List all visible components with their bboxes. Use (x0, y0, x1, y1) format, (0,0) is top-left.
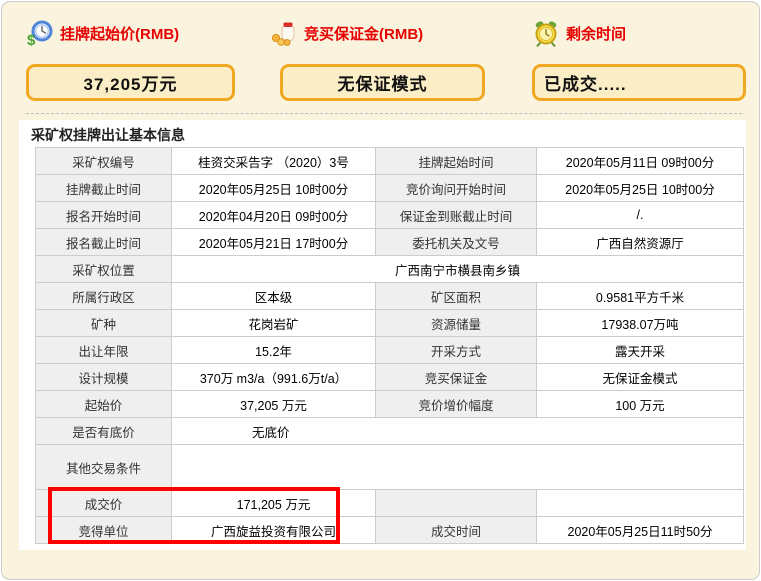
table-row: 出让年限15.2年开采方式露天开采 (36, 337, 744, 364)
field-value-cell: 无保证金模式 (537, 364, 744, 391)
field-value-cell: 2020年05月11日 09时00分 (537, 148, 744, 175)
deposit-header: 竞买保证金(RMB) (270, 19, 423, 47)
field-label-cell: 开采方式 (376, 337, 537, 364)
field-label-cell: 采矿权编号 (36, 148, 172, 175)
field-label-cell: 矿种 (36, 310, 172, 337)
field-value-cell: 2020年04月20日 09时00分 (172, 202, 376, 229)
info-table: 采矿权编号桂资交采告字 （2020）3号挂牌起始时间2020年05月11日 09… (35, 147, 744, 544)
field-value-cell: 37,205 万元 (172, 391, 376, 418)
field-label-cell: 设计规模 (36, 364, 172, 391)
field-value-cell: 露天开采 (537, 337, 744, 364)
start-price-label: 挂牌起始价(RMB) (60, 23, 179, 44)
field-label-cell: 报名开始时间 (36, 202, 172, 229)
table-row: 设计规模370万 m3/a（991.6万t/a）竞买保证金无保证金模式 (36, 364, 744, 391)
table-row: 成交价171,205 万元 (36, 490, 744, 517)
field-label-cell: 资源储量 (376, 310, 537, 337)
field-value-cell: 17938.07万吨 (537, 310, 744, 337)
dashed-divider (26, 113, 742, 114)
field-value-cell: 0.9581平方千米 (537, 283, 744, 310)
field-label-cell: 委托机关及文号 (376, 229, 537, 256)
field-label-cell: 竞得单位 (36, 517, 172, 544)
field-label-cell: 成交价 (36, 490, 172, 517)
table-row: 是否有底价无底价 (36, 418, 744, 445)
table-row: 竞得单位广西旋益投资有限公司成交时间2020年05月25日11时50分 (36, 517, 744, 544)
field-label-cell: 所属行政区 (36, 283, 172, 310)
table-row: 其他交易条件 (36, 445, 744, 490)
field-label-cell: 竞价增价幅度 (376, 391, 537, 418)
table-row: 挂牌截止时间2020年05月25日 10时00分竞价询问开始时间2020年05月… (36, 175, 744, 202)
field-label-cell: 挂牌起始时间 (376, 148, 537, 175)
field-label-cell: 竞价询问开始时间 (376, 175, 537, 202)
deposit-value-box: 无保证模式 (280, 64, 485, 101)
time-left-value-box: 已成交..... (532, 64, 746, 101)
field-value-cell: 2020年05月25日 10时00分 (537, 175, 744, 202)
table-row: 报名开始时间2020年04月20日 09时00分保证金到账截止时间/. (36, 202, 744, 229)
deposit-bag-icon (270, 19, 298, 47)
field-value-cell: 15.2年 (172, 337, 376, 364)
field-value-cell: 广西自然资源厅 (537, 229, 744, 256)
deposit-value: 无保证模式 (338, 70, 428, 95)
field-value-cell (172, 445, 744, 490)
price-clock-icon: $ (26, 19, 54, 47)
field-label-cell: 报名截止时间 (36, 229, 172, 256)
start-price-value: 37,205万元 (84, 70, 178, 95)
field-value-cell: 广西旋益投资有限公司 (172, 517, 376, 544)
field-value-cell: 花岗岩矿 (172, 310, 376, 337)
svg-text:$: $ (27, 32, 36, 47)
auction-page: $ 挂牌起始价(RMB) 竞买保证金(RMB) (1, 1, 760, 580)
table-row: 报名截止时间2020年05月21日 17时00分委托机关及文号广西自然资源厅 (36, 229, 744, 256)
alarm-clock-icon (532, 19, 560, 47)
field-label-cell: 保证金到账截止时间 (376, 202, 537, 229)
table-row: 所属行政区区本级矿区面积0.9581平方千米 (36, 283, 744, 310)
field-value-cell: 2020年05月25日 10时00分 (172, 175, 376, 202)
field-value-cell: 2020年05月25日11时50分 (537, 517, 744, 544)
field-label-cell: 是否有底价 (36, 418, 172, 445)
time-left-value: 已成交..... (544, 70, 627, 95)
deposit-label: 竞买保证金(RMB) (304, 23, 423, 44)
field-value-cell: 370万 m3/a（991.6万t/a） (172, 364, 376, 391)
table-row: 矿种花岗岩矿资源储量17938.07万吨 (36, 310, 744, 337)
field-label-cell: 矿区面积 (376, 283, 537, 310)
field-value-cell: 100 万元 (537, 391, 744, 418)
field-label-cell: 采矿权位置 (36, 256, 172, 283)
table-row: 起始价37,205 万元竞价增价幅度100 万元 (36, 391, 744, 418)
field-label-cell: 竞买保证金 (376, 364, 537, 391)
field-label-cell: 出让年限 (36, 337, 172, 364)
field-value-cell: 2020年05月21日 17时00分 (172, 229, 376, 256)
table-row: 采矿权位置广西南宁市横县南乡镇 (36, 256, 744, 283)
start-price-value-box: 37,205万元 (26, 64, 235, 101)
section-title: 采矿权挂牌出让基本信息 (31, 127, 746, 143)
field-value-cell: /. (537, 202, 744, 229)
field-value-cell: 区本级 (172, 283, 376, 310)
field-value-cell: 桂资交采告字 （2020）3号 (172, 148, 376, 175)
basic-info-panel: 采矿权挂牌出让基本信息 采矿权编号桂资交采告字 （2020）3号挂牌起始时间20… (19, 120, 746, 550)
field-label-cell: 起始价 (36, 391, 172, 418)
field-value-cell: 无底价 (172, 418, 744, 445)
time-left-header: 剩余时间 (532, 19, 626, 47)
start-price-header: $ 挂牌起始价(RMB) (26, 19, 179, 47)
field-value-cell (537, 490, 744, 517)
field-label-cell (376, 490, 537, 517)
field-label-cell: 成交时间 (376, 517, 537, 544)
field-value-cell: 171,205 万元 (172, 490, 376, 517)
time-left-label: 剩余时间 (566, 23, 626, 44)
field-value-cell: 广西南宁市横县南乡镇 (172, 256, 744, 283)
field-label-cell: 挂牌截止时间 (36, 175, 172, 202)
field-label-cell: 其他交易条件 (36, 445, 172, 490)
table-row: 采矿权编号桂资交采告字 （2020）3号挂牌起始时间2020年05月11日 09… (36, 148, 744, 175)
